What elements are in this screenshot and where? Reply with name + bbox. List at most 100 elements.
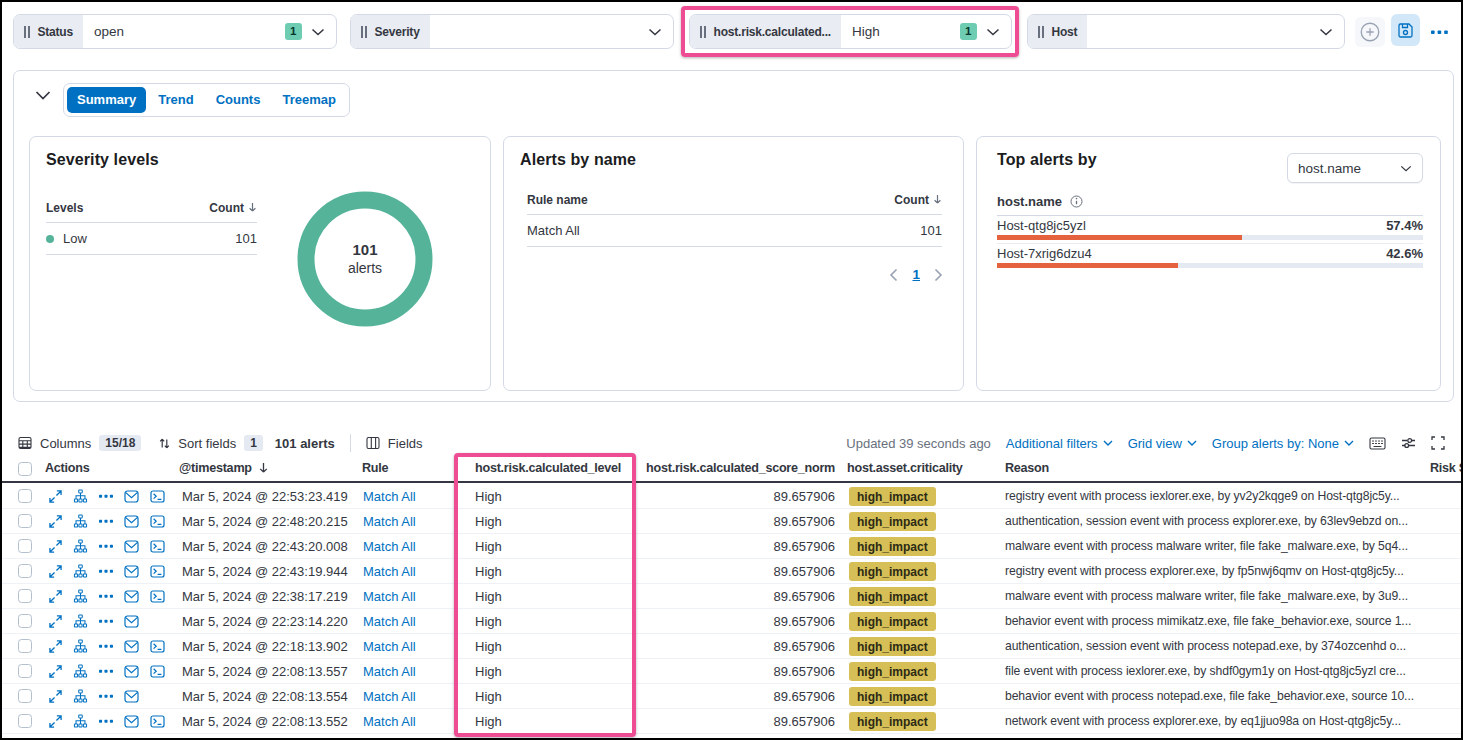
expand-alert-icon[interactable] [49, 615, 62, 628]
keyboard-shortcuts-icon[interactable] [1369, 437, 1386, 450]
criticality-header[interactable]: host.asset.criticality [847, 461, 963, 475]
row-checkbox[interactable] [18, 539, 32, 553]
alert-rule-link[interactable]: Match All [363, 514, 416, 529]
investigate-timeline-icon[interactable] [124, 665, 139, 678]
group-alerts-by-button[interactable]: Group alerts by: None [1212, 436, 1354, 451]
tab-counts[interactable]: Counts [206, 87, 271, 113]
more-actions-icon[interactable] [99, 519, 113, 524]
investigate-timeline-icon[interactable] [124, 690, 139, 703]
alert-rule-link[interactable]: Match All [363, 714, 416, 729]
chevron-down-icon[interactable] [1319, 28, 1333, 36]
expand-alert-icon[interactable] [49, 515, 62, 528]
row-checkbox[interactable] [18, 664, 32, 678]
investigate-timeline-icon[interactable] [124, 540, 139, 553]
analyze-event-icon[interactable] [73, 489, 88, 503]
sort-fields-button[interactable]: Sort fields [178, 436, 236, 451]
more-actions-icon[interactable] [99, 644, 113, 649]
more-actions-icon[interactable] [99, 694, 113, 699]
row-checkbox[interactable] [18, 614, 32, 628]
more-actions-icon[interactable] [99, 719, 113, 724]
expand-alert-icon[interactable] [49, 565, 62, 578]
expand-alert-icon[interactable] [49, 690, 62, 703]
drag-handle-icon[interactable] [700, 26, 706, 38]
grid-view-button[interactable]: Grid view [1128, 436, 1197, 451]
expand-alert-icon[interactable] [49, 640, 62, 653]
analyze-event-icon[interactable] [73, 639, 88, 653]
session-view-icon[interactable] [150, 540, 165, 553]
analyze-event-icon[interactable] [73, 689, 88, 703]
alert-rule-link[interactable]: Match All [363, 564, 416, 579]
expand-alert-icon[interactable] [49, 540, 62, 553]
expand-alert-icon[interactable] [49, 665, 62, 678]
tab-treemap[interactable]: Treemap [272, 87, 345, 113]
next-page-icon[interactable] [934, 268, 943, 282]
more-actions-icon[interactable] [99, 569, 113, 574]
row-checkbox[interactable] [18, 639, 32, 653]
more-actions-icon[interactable] [99, 494, 113, 499]
expand-alert-icon[interactable] [49, 715, 62, 728]
analyze-event-icon[interactable] [73, 539, 88, 553]
filter-severity[interactable]: Severity [350, 14, 674, 49]
alert-rule-link[interactable]: Match All [363, 614, 416, 629]
expand-alert-icon[interactable] [49, 590, 62, 603]
investigate-timeline-icon[interactable] [124, 515, 139, 528]
analyze-event-icon[interactable] [73, 664, 88, 678]
risk-level-header[interactable]: host.risk.calculated_level [475, 461, 621, 475]
timestamp-header[interactable]: @timestamp [179, 461, 269, 475]
investigate-timeline-icon[interactable] [124, 640, 139, 653]
filter-host[interactable]: Host [1027, 14, 1345, 49]
info-icon[interactable] [1070, 195, 1083, 208]
host-name[interactable]: Host-qtg8jc5yzl [997, 218, 1086, 233]
session-view-icon[interactable] [150, 715, 165, 728]
host-name[interactable]: Host-7xrig6dzu4 [997, 246, 1092, 261]
page-number[interactable]: 1 [912, 267, 920, 282]
session-view-icon[interactable] [150, 515, 165, 528]
session-view-icon[interactable] [150, 490, 165, 503]
investigate-timeline-icon[interactable] [124, 615, 139, 628]
alert-rule-link[interactable]: Match All [363, 664, 416, 679]
more-filters-button[interactable] [1429, 24, 1449, 40]
alert-rule-link[interactable]: Match All [363, 589, 416, 604]
prev-page-icon[interactable] [889, 268, 898, 282]
row-checkbox[interactable] [18, 489, 32, 503]
row-checkbox[interactable] [18, 514, 32, 528]
session-view-icon[interactable] [150, 665, 165, 678]
columns-button[interactable]: Columns [40, 436, 91, 451]
more-actions-icon[interactable] [99, 619, 113, 624]
drag-handle-icon[interactable] [1038, 26, 1044, 38]
reason-header[interactable]: Reason [1005, 461, 1049, 475]
filter-status[interactable]: Status open 1 [13, 14, 337, 49]
drag-handle-icon[interactable] [361, 26, 367, 38]
investigate-timeline-icon[interactable] [124, 490, 139, 503]
row-checkbox[interactable] [18, 564, 32, 578]
analyze-event-icon[interactable] [73, 564, 88, 578]
fields-button[interactable]: Fields [388, 436, 423, 451]
session-view-icon[interactable] [150, 590, 165, 603]
add-filter-button[interactable] [1355, 17, 1385, 47]
top-alerts-field-select[interactable]: host.name [1287, 153, 1423, 183]
collapse-chevron-icon[interactable] [35, 91, 51, 100]
session-view-icon[interactable] [150, 640, 165, 653]
filter-host-risk[interactable]: host.risk.calculated... High 1 [689, 14, 1012, 49]
analyze-event-icon[interactable] [73, 714, 88, 728]
rule-header[interactable]: Rule [362, 461, 388, 475]
fullscreen-icon[interactable] [1431, 436, 1445, 450]
alert-rule-link[interactable]: Match All [363, 639, 416, 654]
risk-score-header[interactable]: host.risk.calculated_score_norm [646, 461, 835, 475]
row-checkbox[interactable] [18, 714, 32, 728]
chevron-down-icon[interactable] [311, 28, 325, 36]
analyze-event-icon[interactable] [73, 614, 88, 628]
investigate-timeline-icon[interactable] [124, 565, 139, 578]
additional-filters-button[interactable]: Additional filters [1006, 436, 1113, 451]
investigate-timeline-icon[interactable] [124, 715, 139, 728]
more-actions-icon[interactable] [99, 669, 113, 674]
alert-rule-link[interactable]: Match All [363, 689, 416, 704]
session-view-icon[interactable] [150, 565, 165, 578]
display-options-icon[interactable] [1401, 436, 1416, 450]
more-actions-icon[interactable] [99, 594, 113, 599]
alert-rule-link[interactable]: Match All [363, 489, 416, 504]
more-actions-icon[interactable] [99, 544, 113, 549]
risk-header[interactable]: Risk Score [1430, 461, 1463, 475]
tab-trend[interactable]: Trend [148, 87, 203, 113]
chevron-down-icon[interactable] [986, 28, 1000, 36]
